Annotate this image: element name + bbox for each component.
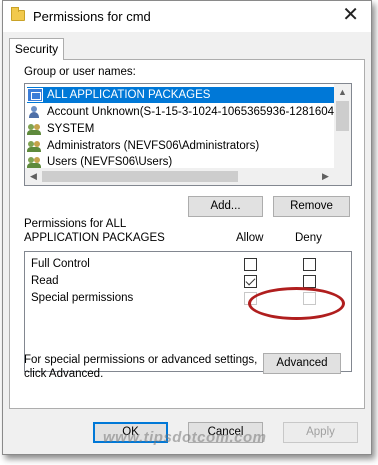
- remove-button[interactable]: Remove: [273, 196, 350, 217]
- permissions-dialog: Permissions for cmd ✕ Security Group or …: [2, 0, 372, 455]
- advanced-hint-line1: For special permissions or advanced sett…: [24, 354, 258, 366]
- deny-checkbox: [303, 292, 316, 305]
- advanced-button[interactable]: Advanced: [263, 353, 341, 374]
- permission-name: Special permissions: [31, 292, 134, 304]
- permission-row-read: Read: [31, 273, 347, 291]
- allow-checkbox[interactable]: [244, 258, 257, 271]
- permission-name: Read: [31, 275, 59, 287]
- tab-security[interactable]: Security: [9, 38, 64, 60]
- group-list-label: Group or user names:: [24, 66, 136, 78]
- package-icon: [27, 88, 43, 102]
- permission-name: Full Control: [31, 258, 90, 270]
- window-title: Permissions for cmd: [33, 9, 151, 24]
- allow-checkbox: [244, 292, 257, 305]
- deny-column-header: Deny: [295, 232, 322, 244]
- close-icon[interactable]: ✕: [342, 4, 359, 26]
- folder-icon: [11, 7, 25, 21]
- group-icon: [27, 139, 43, 153]
- list-item[interactable]: Account Unknown(S-1-15-3-1024-1065365936…: [27, 104, 341, 120]
- scroll-left-icon[interactable]: ◀: [25, 168, 42, 185]
- deny-checkbox[interactable]: [303, 258, 316, 271]
- list-item-label: SYSTEM: [47, 123, 95, 135]
- scroll-up-icon[interactable]: ▲: [334, 84, 351, 101]
- permission-row-full-control: Full Control: [31, 256, 347, 274]
- permissions-header-line2: APPLICATION PACKAGES: [24, 232, 165, 244]
- vertical-scroll-thumb[interactable]: [336, 101, 349, 131]
- list-item-label: Account Unknown(S-1-15-3-1024-1065365936…: [47, 106, 341, 118]
- permissions-header-line1: Permissions for ALL: [24, 218, 127, 230]
- watermark: www.tipsdotcom.com: [103, 429, 267, 446]
- apply-button[interactable]: Apply: [283, 422, 358, 443]
- list-item[interactable]: SYSTEM: [27, 121, 341, 137]
- allow-checkbox[interactable]: [244, 275, 257, 288]
- list-item-label: Administrators (NEVFS06\Administrators): [47, 140, 260, 152]
- allow-column-header: Allow: [236, 232, 264, 244]
- list-item[interactable]: ALL APPLICATION PACKAGES: [27, 87, 341, 103]
- list-item-label: Users (NEVFS06\Users): [47, 156, 173, 168]
- list-item-label: ALL APPLICATION PACKAGES: [47, 89, 211, 101]
- horizontal-scroll-thumb[interactable]: [42, 171, 238, 182]
- add-button[interactable]: Add...: [188, 196, 263, 217]
- advanced-hint-line2: click Advanced.: [24, 368, 104, 380]
- vertical-scrollbar[interactable]: ▲: [334, 84, 351, 168]
- user-icon: [27, 105, 43, 119]
- title-bar: Permissions for cmd ✕: [3, 1, 371, 32]
- group-icon: [27, 122, 43, 136]
- permission-row-special: Special permissions: [31, 290, 347, 308]
- list-item[interactable]: Administrators (NEVFS06\Administrators): [27, 138, 341, 154]
- group-icon: [27, 155, 43, 169]
- scroll-right-icon[interactable]: ▶: [317, 168, 334, 185]
- group-user-list[interactable]: ALL APPLICATION PACKAGES Account Unknown…: [24, 83, 352, 186]
- deny-checkbox[interactable]: [303, 275, 316, 288]
- horizontal-scrollbar[interactable]: ◀ ▶: [25, 168, 351, 185]
